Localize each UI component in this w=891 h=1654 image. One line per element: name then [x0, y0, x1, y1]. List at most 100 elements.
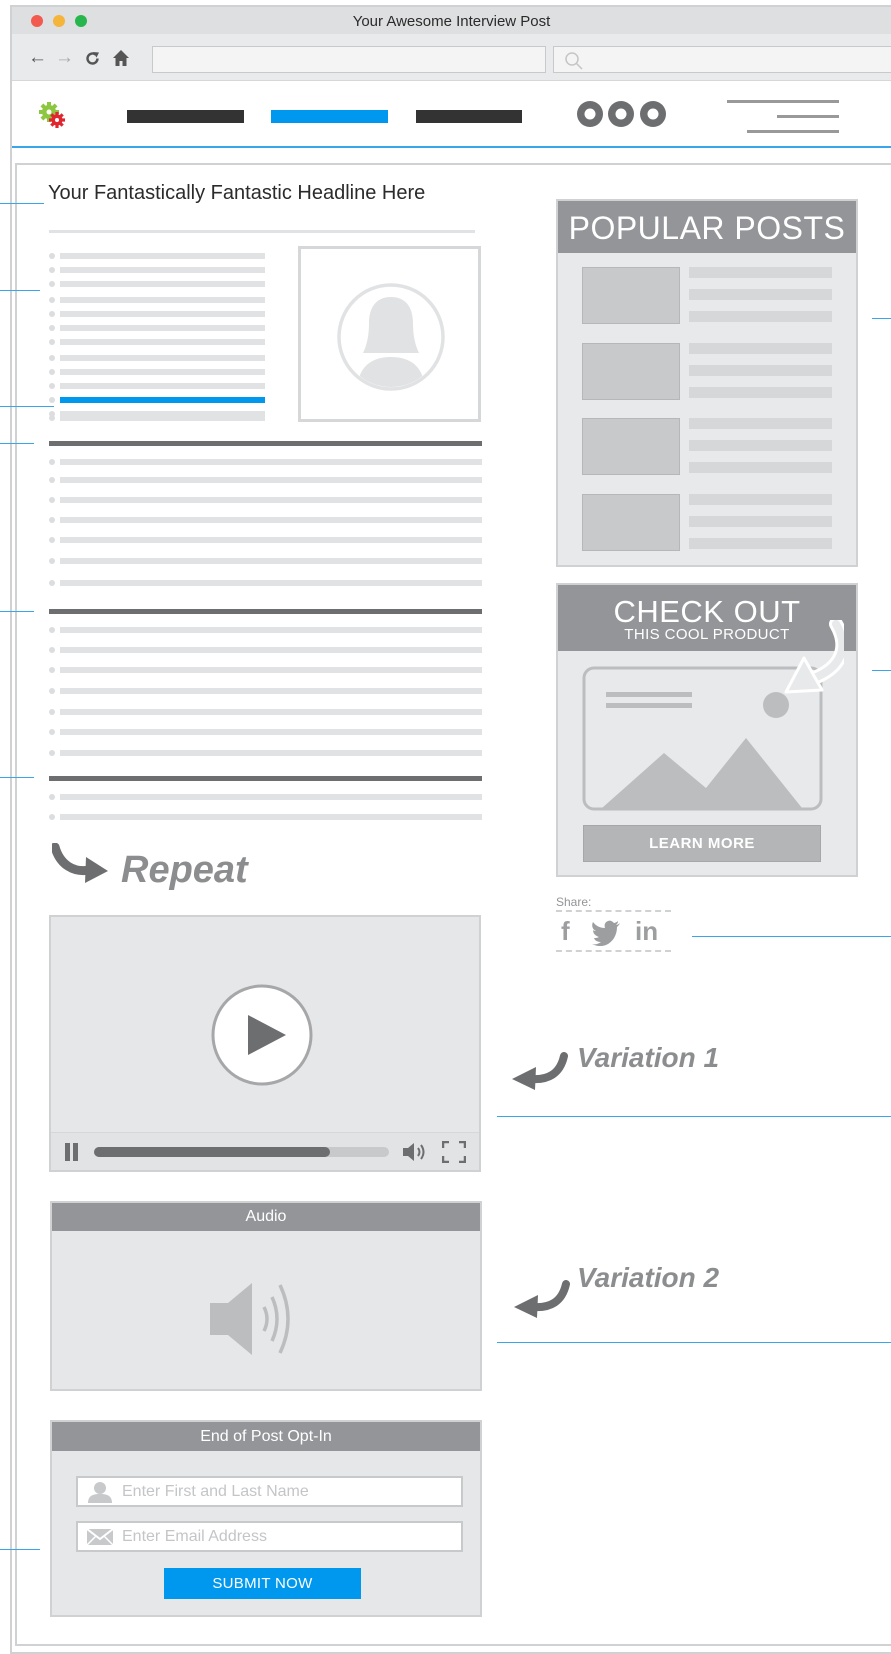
nav-item-3[interactable]	[416, 110, 522, 123]
name-field[interactable]	[76, 1476, 463, 1507]
post-title-line[interactable]	[689, 289, 832, 300]
bullet-dot	[49, 383, 55, 389]
bullet-dot	[49, 517, 55, 523]
bullet-dot	[49, 794, 55, 800]
bullet-dot	[49, 497, 55, 503]
nav-item-1[interactable]	[127, 110, 244, 123]
twitter-icon[interactable]	[591, 920, 621, 946]
annotation-line	[0, 777, 34, 778]
email-field[interactable]	[76, 1521, 463, 1552]
text-line	[60, 297, 265, 303]
arrow-right-icon[interactable]: →	[55, 48, 74, 67]
bullet-dot	[49, 415, 55, 421]
bullet-dot	[49, 709, 55, 715]
pause-icon[interactable]	[65, 1143, 79, 1161]
text-line	[60, 383, 265, 389]
bullet-dot	[49, 369, 55, 375]
post-title-line[interactable]	[689, 516, 832, 527]
annotation-line	[872, 670, 891, 671]
annotation-line	[692, 936, 891, 937]
reload-icon[interactable]	[84, 50, 101, 67]
text-line	[60, 281, 265, 287]
annotation-line	[0, 443, 34, 444]
bullet-dot	[49, 750, 55, 756]
post-thumbnail[interactable]	[582, 343, 680, 400]
search-bar[interactable]	[553, 46, 891, 73]
linkedin-icon[interactable]: in	[635, 916, 658, 947]
play-icon[interactable]	[210, 983, 314, 1087]
text-line	[60, 355, 265, 361]
post-title-line[interactable]	[689, 462, 832, 473]
post-title-line[interactable]	[689, 418, 832, 429]
post-title-line[interactable]	[689, 494, 832, 505]
text-line	[60, 667, 482, 673]
email-input[interactable]	[122, 1528, 452, 1546]
arrow-left-icon[interactable]: ←	[28, 48, 47, 67]
post-thumbnail[interactable]	[582, 494, 680, 551]
bullet-dot	[49, 397, 55, 403]
text-line	[60, 688, 482, 694]
text-line	[60, 325, 265, 331]
text-line	[60, 397, 265, 403]
text-line	[60, 497, 482, 503]
submit-button[interactable]: SUBMIT NOW	[164, 1568, 361, 1599]
post-title-line[interactable]	[689, 440, 832, 451]
annotation-line	[0, 611, 34, 612]
section-divider	[49, 609, 482, 614]
hamburger-menu-icon[interactable]	[727, 98, 839, 134]
text-line	[60, 339, 265, 345]
post-title-line[interactable]	[689, 311, 832, 322]
text-line	[60, 459, 482, 465]
post-thumbnail[interactable]	[582, 418, 680, 475]
post-thumbnail[interactable]	[582, 267, 680, 324]
nav-item-2-active[interactable]	[271, 110, 388, 123]
text-line	[60, 415, 265, 421]
bullet-dot	[49, 355, 55, 361]
text-line	[60, 627, 482, 633]
home-icon[interactable]	[112, 49, 130, 67]
facebook-icon[interactable]: f	[561, 916, 570, 947]
site-header	[12, 82, 891, 148]
audio-title: Audio	[52, 1203, 480, 1231]
post-title-line[interactable]	[689, 538, 832, 549]
post-title-line[interactable]	[689, 343, 832, 354]
video-progress-fill	[94, 1147, 330, 1157]
video-progress-track[interactable]	[94, 1147, 389, 1157]
title-bar: Your Awesome Interview Post	[12, 7, 891, 34]
speaker-icon[interactable]	[208, 1279, 300, 1359]
annotation-line	[0, 1549, 40, 1550]
post-title-line[interactable]	[689, 267, 832, 278]
product-image-icon[interactable]	[582, 620, 844, 811]
volume-icon[interactable]	[402, 1141, 430, 1163]
post-title-line[interactable]	[689, 387, 832, 398]
gear-logo-icon[interactable]	[38, 101, 68, 131]
text-line	[60, 537, 482, 543]
text-line	[60, 558, 482, 564]
social-circles-icon[interactable]	[575, 98, 675, 130]
annotation-line	[0, 290, 40, 291]
learn-more-button[interactable]: LEARN MORE	[583, 825, 821, 862]
bullet-dot	[49, 297, 55, 303]
text-line	[60, 517, 482, 523]
article-headline: Your Fantastically Fantastic Headline He…	[48, 182, 426, 204]
text-line	[60, 709, 482, 715]
share-label: Share:	[556, 895, 592, 909]
headline-divider	[49, 230, 475, 233]
text-line	[60, 369, 265, 375]
post-title-line[interactable]	[689, 365, 832, 376]
bullet-dot	[49, 281, 55, 287]
fullscreen-icon[interactable]	[442, 1141, 466, 1163]
user-icon	[88, 1482, 112, 1503]
text-line	[60, 267, 265, 273]
video-player[interactable]	[49, 915, 481, 1172]
optin-form: End of Post Opt-In SUBMIT NOW	[50, 1420, 482, 1617]
name-input[interactable]	[122, 1483, 452, 1501]
address-bar[interactable]	[152, 46, 546, 73]
envelope-icon	[86, 1528, 114, 1546]
annotation-line	[872, 318, 891, 319]
bullet-dot	[49, 647, 55, 653]
text-line	[60, 647, 482, 653]
text-line	[60, 794, 482, 800]
audio-player[interactable]: Audio	[50, 1201, 482, 1391]
author-photo	[298, 246, 481, 422]
